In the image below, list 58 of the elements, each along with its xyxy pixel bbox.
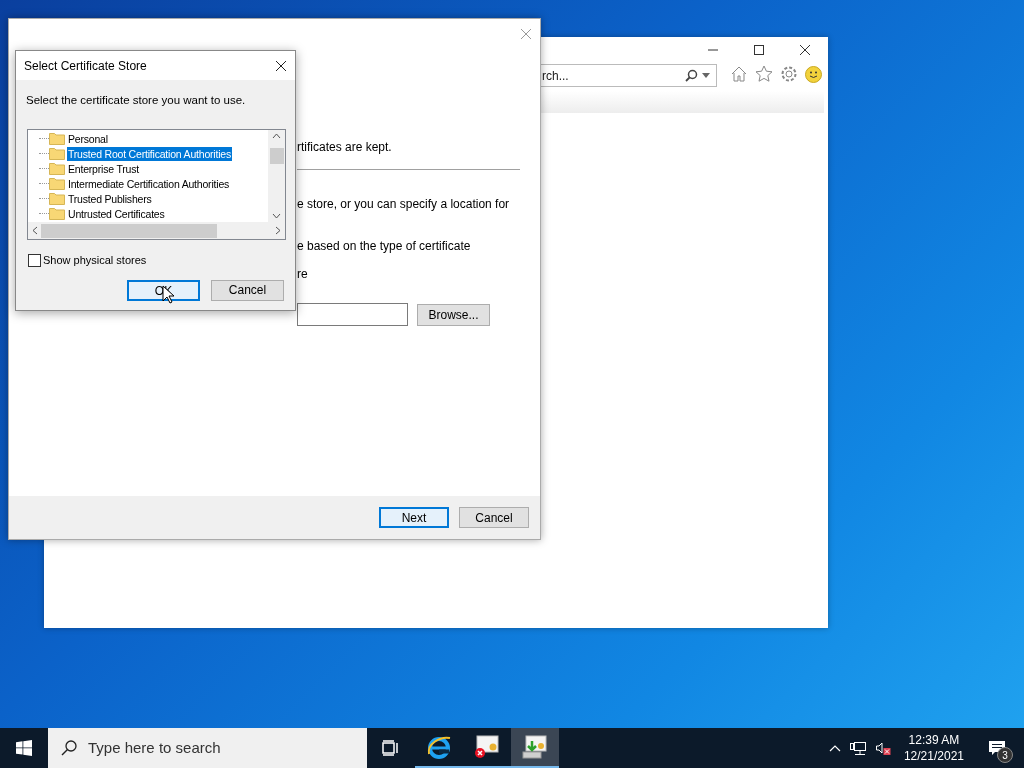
dialog-title: Select Certificate Store bbox=[24, 57, 147, 75]
cancel-button[interactable]: Cancel bbox=[211, 279, 284, 301]
cancel-button[interactable]: Cancel bbox=[459, 507, 529, 528]
store-tree[interactable]: Personal Trusted Root Certification Authorities Enterprise Trust Intermediate Certification Authorities Trusted Publishers Untrusted Certificates bbox=[27, 129, 286, 241]
search-icon bbox=[61, 740, 77, 756]
store-path-field[interactable] bbox=[297, 303, 408, 326]
task-view-icon bbox=[382, 740, 400, 756]
browser-e-icon bbox=[426, 734, 452, 760]
close-icon[interactable] bbox=[275, 59, 287, 72]
scroll-thumb[interactable] bbox=[269, 148, 284, 165]
tree-item[interactable]: Enterprise Trust bbox=[67, 161, 140, 176]
description-text: rtificates are kept. bbox=[297, 139, 393, 156]
clock-date[interactable]: 12/21/2021 bbox=[903, 748, 964, 764]
scroll-up-icon[interactable] bbox=[272, 133, 281, 140]
tree-item[interactable]: Intermediate Certification Authorities bbox=[67, 176, 231, 191]
description-text: e store, or you can specify a location for bbox=[297, 196, 511, 213]
browse-button[interactable]: Browse... bbox=[417, 303, 490, 326]
notifications-button[interactable]: 3 bbox=[977, 728, 1017, 768]
scroll-down-icon[interactable] bbox=[272, 213, 281, 220]
folder-icon bbox=[49, 147, 65, 161]
home-icon[interactable] bbox=[730, 65, 748, 83]
option-label: re bbox=[297, 266, 309, 283]
checkbox-label: Show physical stores bbox=[43, 253, 147, 269]
folder-icon bbox=[49, 177, 65, 191]
option-label: e based on the type of certificate bbox=[297, 238, 472, 255]
search-icon bbox=[685, 69, 698, 82]
folder-icon bbox=[49, 162, 65, 176]
next-button[interactable]: Next bbox=[379, 507, 449, 528]
tree-item[interactable]: Trusted Publishers bbox=[67, 191, 153, 206]
dialog-prompt: Select the certificate store you want to use. bbox=[26, 93, 247, 108]
scroll-left-icon[interactable] bbox=[32, 226, 38, 236]
gear-icon[interactable] bbox=[780, 65, 798, 83]
muted-speaker-icon[interactable] bbox=[874, 740, 891, 756]
search-placeholder: Type here to search bbox=[88, 737, 221, 758]
notification-count: 3 bbox=[997, 747, 1013, 763]
taskbar-app[interactable] bbox=[511, 728, 559, 768]
certificate-error-icon bbox=[474, 735, 500, 759]
tree-item[interactable]: Personal bbox=[67, 131, 109, 146]
scroll-thumb[interactable] bbox=[41, 223, 217, 238]
windows-logo-icon bbox=[16, 740, 32, 756]
tree-item[interactable]: Untrusted Certificates bbox=[67, 206, 166, 221]
search-field[interactable]: rch... bbox=[540, 64, 717, 87]
folder-icon bbox=[49, 132, 65, 146]
smiley-icon[interactable] bbox=[805, 65, 822, 83]
dropdown-caret-icon[interactable] bbox=[702, 73, 710, 78]
vertical-scrollbar[interactable] bbox=[268, 130, 285, 223]
folder-icon bbox=[49, 192, 65, 206]
search-placeholder: rch... bbox=[542, 67, 570, 85]
checkbox[interactable] bbox=[28, 254, 41, 267]
tree-item[interactable]: Trusted Root Certification Authorities bbox=[67, 146, 232, 161]
star-icon[interactable] bbox=[755, 65, 773, 83]
scroll-right-icon[interactable] bbox=[275, 226, 281, 236]
horizontal-scrollbar[interactable] bbox=[28, 222, 285, 240]
certificate-import-icon bbox=[522, 735, 548, 759]
clock-time[interactable]: 12:39 AM bbox=[908, 732, 960, 748]
network-icon[interactable] bbox=[849, 740, 866, 756]
taskbar-search-field[interactable]: Type here to search bbox=[48, 728, 367, 768]
chevron-up-icon[interactable] bbox=[828, 744, 841, 752]
